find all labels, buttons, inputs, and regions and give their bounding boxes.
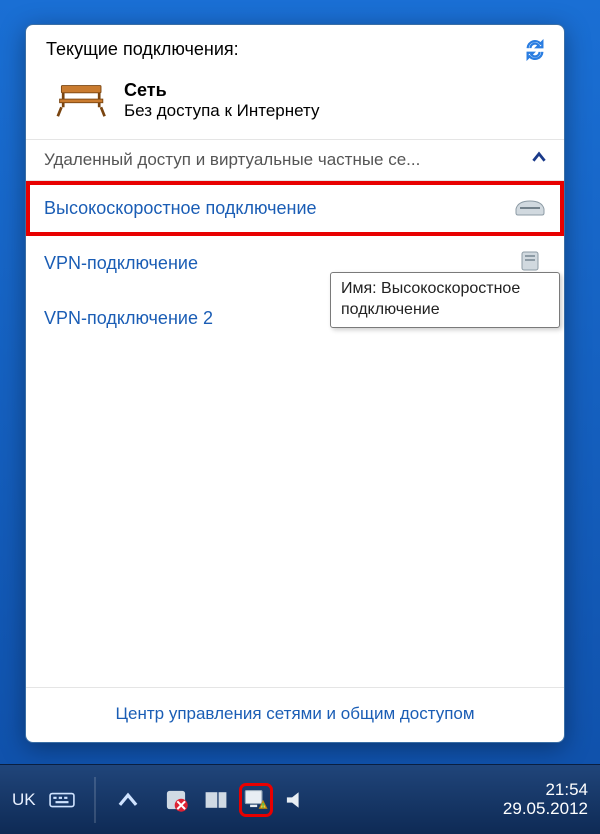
taskbar-left: UK <box>0 777 310 823</box>
network-flyout: Текущие подключения: Сеть Без доступа к … <box>25 24 565 743</box>
connection-label: VPN-подключение <box>44 253 198 274</box>
clock-date: 29.05.2012 <box>503 800 588 819</box>
network-info: Сеть Без доступа к Интернету <box>124 80 320 121</box>
section-label: Удаленный доступ и виртуальные частные с… <box>44 150 420 170</box>
tray-icon-1[interactable] <box>162 786 190 814</box>
connection-highspeed[interactable]: Высокоскоростное подключение <box>26 181 564 236</box>
system-tray <box>162 786 310 814</box>
taskbar: UK 21:54 29.05.2012 <box>0 764 600 834</box>
connection-label: VPN-подключение 2 <box>44 308 213 329</box>
taskbar-separator <box>94 777 96 823</box>
modem-icon <box>514 195 546 222</box>
network-status: Без доступа к Интернету <box>124 101 320 121</box>
refresh-icon[interactable] <box>524 39 546 66</box>
volume-tray-icon[interactable] <box>282 786 310 814</box>
language-indicator[interactable]: UK <box>12 790 36 810</box>
taskbar-clock[interactable]: 21:54 29.05.2012 <box>503 781 600 818</box>
chevron-up-tray-icon[interactable] <box>114 786 142 814</box>
flyout-header: Текущие подключения: <box>26 25 564 76</box>
chevron-up-icon <box>532 150 546 170</box>
network-center-link[interactable]: Центр управления сетями и общим доступом <box>26 687 564 742</box>
network-name: Сеть <box>124 80 320 101</box>
connection-list: Высокоскоростное подключение VPN-подключ… <box>26 181 564 687</box>
tooltip: Имя: Высокоскоростное подключение <box>330 272 560 328</box>
clock-time: 21:54 <box>503 781 588 800</box>
current-network: Сеть Без доступа к Интернету <box>26 76 564 139</box>
keyboard-icon[interactable] <box>48 786 76 814</box>
flyout-title: Текущие подключения: <box>46 39 239 60</box>
network-tray-icon[interactable] <box>242 786 270 814</box>
connection-label: Высокоскоростное подключение <box>44 198 317 219</box>
tray-icon-2[interactable] <box>202 786 230 814</box>
bench-icon <box>56 80 110 125</box>
section-remote-access[interactable]: Удаленный доступ и виртуальные частные с… <box>26 139 564 181</box>
